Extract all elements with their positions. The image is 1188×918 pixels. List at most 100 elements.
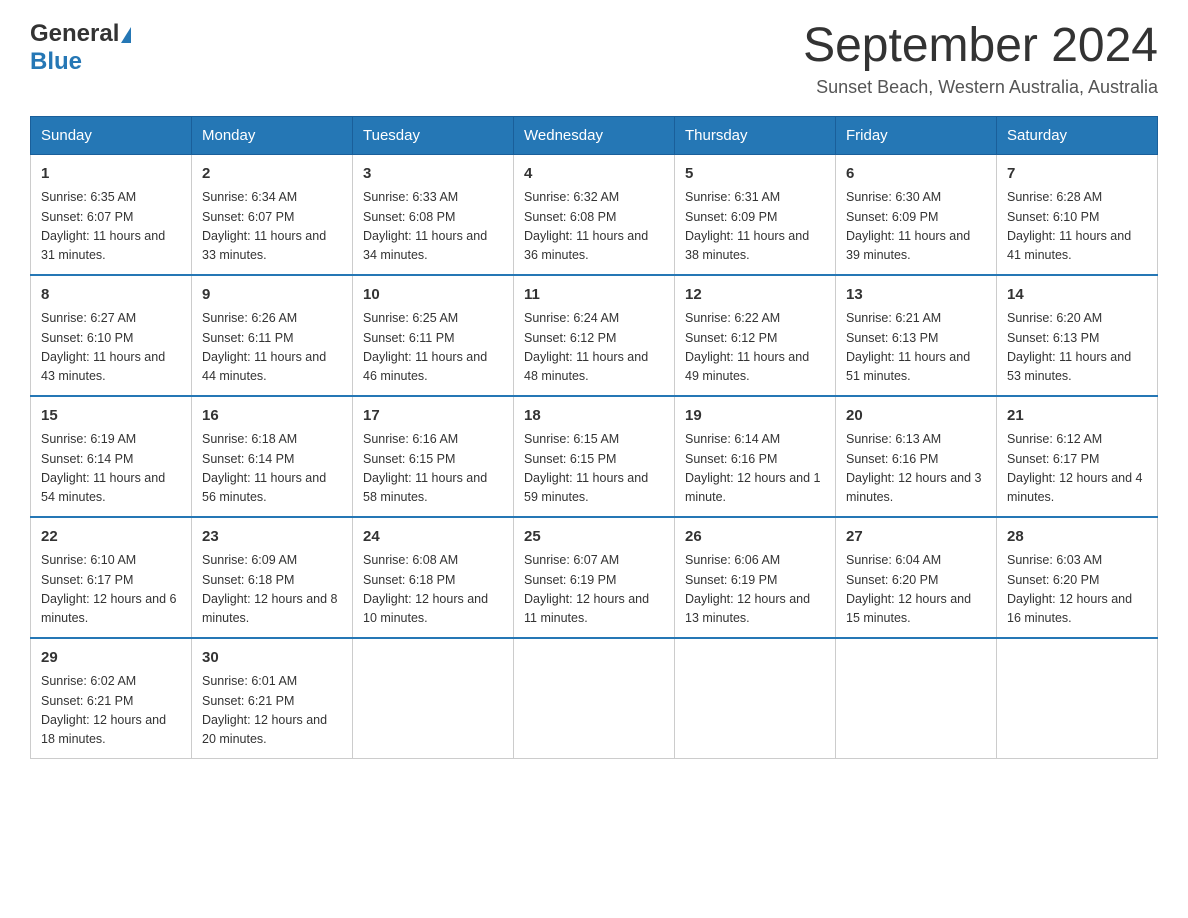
table-row: 1Sunrise: 6:35 AMSunset: 6:07 PMDaylight…	[31, 154, 192, 275]
day-number: 5	[685, 163, 825, 186]
day-info: Sunrise: 6:10 AMSunset: 6:17 PMDaylight:…	[41, 551, 181, 629]
day-number: 4	[524, 163, 664, 186]
day-number: 28	[1007, 526, 1147, 549]
table-row	[353, 638, 514, 759]
day-number: 16	[202, 405, 342, 428]
table-row: 30Sunrise: 6:01 AMSunset: 6:21 PMDayligh…	[192, 638, 353, 759]
calendar-table: Sunday Monday Tuesday Wednesday Thursday…	[30, 116, 1158, 759]
table-row: 18Sunrise: 6:15 AMSunset: 6:15 PMDayligh…	[514, 396, 675, 517]
day-number: 1	[41, 163, 181, 186]
day-info: Sunrise: 6:25 AMSunset: 6:11 PMDaylight:…	[363, 309, 503, 387]
table-row: 13Sunrise: 6:21 AMSunset: 6:13 PMDayligh…	[836, 275, 997, 396]
day-info: Sunrise: 6:08 AMSunset: 6:18 PMDaylight:…	[363, 551, 503, 629]
day-number: 30	[202, 647, 342, 670]
col-thursday: Thursday	[675, 116, 836, 154]
title-block: September 2024 Sunset Beach, Western Aus…	[803, 20, 1158, 98]
day-number: 14	[1007, 284, 1147, 307]
day-number: 27	[846, 526, 986, 549]
calendar-week-row: 8Sunrise: 6:27 AMSunset: 6:10 PMDaylight…	[31, 275, 1158, 396]
col-wednesday: Wednesday	[514, 116, 675, 154]
table-row: 25Sunrise: 6:07 AMSunset: 6:19 PMDayligh…	[514, 517, 675, 638]
table-row: 20Sunrise: 6:13 AMSunset: 6:16 PMDayligh…	[836, 396, 997, 517]
col-monday: Monday	[192, 116, 353, 154]
day-info: Sunrise: 6:07 AMSunset: 6:19 PMDaylight:…	[524, 551, 664, 629]
table-row: 27Sunrise: 6:04 AMSunset: 6:20 PMDayligh…	[836, 517, 997, 638]
table-row: 23Sunrise: 6:09 AMSunset: 6:18 PMDayligh…	[192, 517, 353, 638]
table-row	[836, 638, 997, 759]
col-friday: Friday	[836, 116, 997, 154]
page-header: General Blue September 2024 Sunset Beach…	[30, 20, 1158, 98]
table-row: 29Sunrise: 6:02 AMSunset: 6:21 PMDayligh…	[31, 638, 192, 759]
day-number: 2	[202, 163, 342, 186]
table-row: 4Sunrise: 6:32 AMSunset: 6:08 PMDaylight…	[514, 154, 675, 275]
table-row: 26Sunrise: 6:06 AMSunset: 6:19 PMDayligh…	[675, 517, 836, 638]
day-info: Sunrise: 6:22 AMSunset: 6:12 PMDaylight:…	[685, 309, 825, 387]
table-row: 12Sunrise: 6:22 AMSunset: 6:12 PMDayligh…	[675, 275, 836, 396]
day-info: Sunrise: 6:31 AMSunset: 6:09 PMDaylight:…	[685, 188, 825, 266]
day-number: 19	[685, 405, 825, 428]
col-tuesday: Tuesday	[353, 116, 514, 154]
calendar-week-row: 29Sunrise: 6:02 AMSunset: 6:21 PMDayligh…	[31, 638, 1158, 759]
day-info: Sunrise: 6:28 AMSunset: 6:10 PMDaylight:…	[1007, 188, 1147, 266]
day-info: Sunrise: 6:12 AMSunset: 6:17 PMDaylight:…	[1007, 430, 1147, 508]
col-sunday: Sunday	[31, 116, 192, 154]
day-number: 17	[363, 405, 503, 428]
day-number: 21	[1007, 405, 1147, 428]
day-info: Sunrise: 6:35 AMSunset: 6:07 PMDaylight:…	[41, 188, 181, 266]
logo-general: General	[30, 20, 119, 47]
day-info: Sunrise: 6:33 AMSunset: 6:08 PMDaylight:…	[363, 188, 503, 266]
table-row: 10Sunrise: 6:25 AMSunset: 6:11 PMDayligh…	[353, 275, 514, 396]
table-row: 3Sunrise: 6:33 AMSunset: 6:08 PMDaylight…	[353, 154, 514, 275]
day-number: 18	[524, 405, 664, 428]
day-info: Sunrise: 6:18 AMSunset: 6:14 PMDaylight:…	[202, 430, 342, 508]
day-number: 8	[41, 284, 181, 307]
day-info: Sunrise: 6:03 AMSunset: 6:20 PMDaylight:…	[1007, 551, 1147, 629]
day-number: 11	[524, 284, 664, 307]
day-number: 29	[41, 647, 181, 670]
day-info: Sunrise: 6:13 AMSunset: 6:16 PMDaylight:…	[846, 430, 986, 508]
table-row: 14Sunrise: 6:20 AMSunset: 6:13 PMDayligh…	[997, 275, 1158, 396]
day-info: Sunrise: 6:21 AMSunset: 6:13 PMDaylight:…	[846, 309, 986, 387]
day-number: 26	[685, 526, 825, 549]
day-info: Sunrise: 6:26 AMSunset: 6:11 PMDaylight:…	[202, 309, 342, 387]
table-row: 7Sunrise: 6:28 AMSunset: 6:10 PMDaylight…	[997, 154, 1158, 275]
table-row: 9Sunrise: 6:26 AMSunset: 6:11 PMDaylight…	[192, 275, 353, 396]
calendar-week-row: 1Sunrise: 6:35 AMSunset: 6:07 PMDaylight…	[31, 154, 1158, 275]
table-row	[514, 638, 675, 759]
day-info: Sunrise: 6:32 AMSunset: 6:08 PMDaylight:…	[524, 188, 664, 266]
logo: General Blue	[30, 20, 131, 75]
day-info: Sunrise: 6:09 AMSunset: 6:18 PMDaylight:…	[202, 551, 342, 629]
day-number: 23	[202, 526, 342, 549]
day-number: 9	[202, 284, 342, 307]
table-row: 28Sunrise: 6:03 AMSunset: 6:20 PMDayligh…	[997, 517, 1158, 638]
day-info: Sunrise: 6:04 AMSunset: 6:20 PMDaylight:…	[846, 551, 986, 629]
month-year-title: September 2024	[803, 20, 1158, 73]
calendar-header-row: Sunday Monday Tuesday Wednesday Thursday…	[31, 116, 1158, 154]
day-info: Sunrise: 6:01 AMSunset: 6:21 PMDaylight:…	[202, 672, 342, 750]
table-row	[675, 638, 836, 759]
day-number: 22	[41, 526, 181, 549]
day-info: Sunrise: 6:34 AMSunset: 6:07 PMDaylight:…	[202, 188, 342, 266]
day-number: 6	[846, 163, 986, 186]
day-info: Sunrise: 6:02 AMSunset: 6:21 PMDaylight:…	[41, 672, 181, 750]
table-row: 15Sunrise: 6:19 AMSunset: 6:14 PMDayligh…	[31, 396, 192, 517]
day-info: Sunrise: 6:30 AMSunset: 6:09 PMDaylight:…	[846, 188, 986, 266]
day-info: Sunrise: 6:19 AMSunset: 6:14 PMDaylight:…	[41, 430, 181, 508]
table-row: 11Sunrise: 6:24 AMSunset: 6:12 PMDayligh…	[514, 275, 675, 396]
day-info: Sunrise: 6:16 AMSunset: 6:15 PMDaylight:…	[363, 430, 503, 508]
table-row: 16Sunrise: 6:18 AMSunset: 6:14 PMDayligh…	[192, 396, 353, 517]
table-row: 24Sunrise: 6:08 AMSunset: 6:18 PMDayligh…	[353, 517, 514, 638]
table-row: 22Sunrise: 6:10 AMSunset: 6:17 PMDayligh…	[31, 517, 192, 638]
day-number: 25	[524, 526, 664, 549]
location-subtitle: Sunset Beach, Western Australia, Austral…	[803, 77, 1158, 98]
table-row	[997, 638, 1158, 759]
day-info: Sunrise: 6:27 AMSunset: 6:10 PMDaylight:…	[41, 309, 181, 387]
day-number: 10	[363, 284, 503, 307]
table-row: 19Sunrise: 6:14 AMSunset: 6:16 PMDayligh…	[675, 396, 836, 517]
calendar-week-row: 15Sunrise: 6:19 AMSunset: 6:14 PMDayligh…	[31, 396, 1158, 517]
logo-blue: Blue	[30, 49, 82, 75]
day-number: 20	[846, 405, 986, 428]
table-row: 5Sunrise: 6:31 AMSunset: 6:09 PMDaylight…	[675, 154, 836, 275]
calendar-week-row: 22Sunrise: 6:10 AMSunset: 6:17 PMDayligh…	[31, 517, 1158, 638]
day-number: 24	[363, 526, 503, 549]
